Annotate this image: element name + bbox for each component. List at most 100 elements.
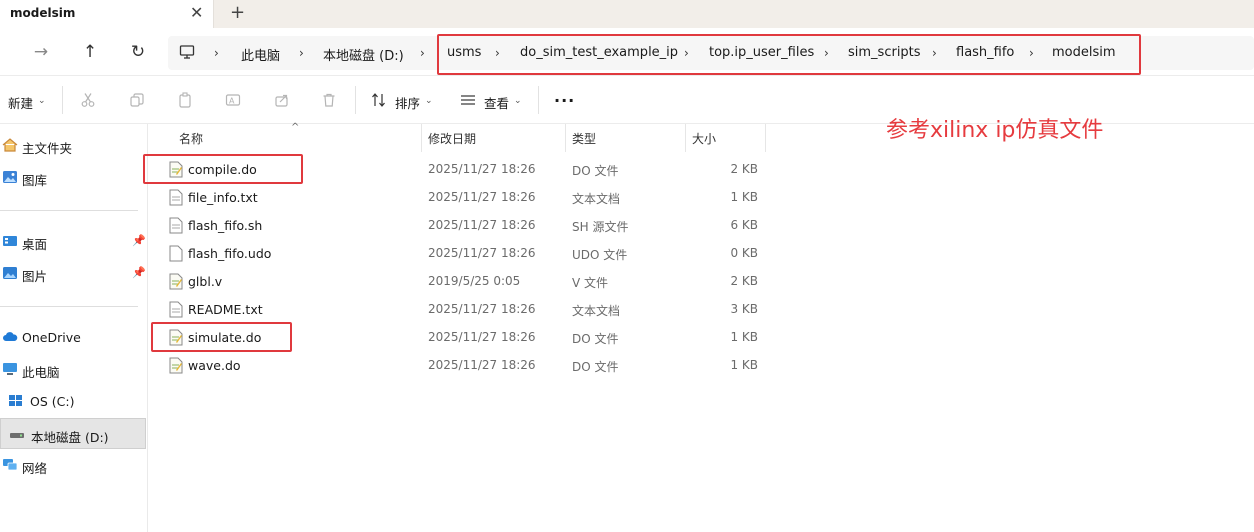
refresh-icon[interactable]: ↻	[126, 40, 150, 64]
column-header-type[interactable]: 类型	[572, 130, 596, 147]
sort-ascending-icon: ^	[291, 122, 300, 133]
sidebar-item-label: 图片	[22, 269, 48, 284]
chevron-down-icon[interactable]: ⌄	[425, 96, 433, 106]
new-tab-button[interactable]: +	[230, 2, 245, 23]
sidebar-item-onedrive[interactable]: OneDrive	[0, 323, 146, 351]
annotation-text: 参考xilinx ip仿真文件	[886, 118, 1104, 143]
file-date: 2025/11/27 18:26	[428, 246, 536, 260]
share-icon[interactable]	[273, 91, 291, 109]
sidebar-item-network[interactable]: 网络	[0, 451, 146, 479]
sidebar-item-label: OS (C:)	[30, 394, 75, 409]
script-file-icon	[169, 357, 183, 374]
chevron-right-icon[interactable]: ›	[420, 46, 425, 60]
new-button[interactable]: 新建	[8, 93, 33, 112]
navigation-pane: 主文件夹 图库 桌面 📌 图片 📌 OneDrive 此电脑 OS (C:) 本…	[0, 124, 148, 532]
file-name: README.txt	[188, 302, 263, 317]
chevron-right-icon[interactable]: ›	[299, 46, 304, 60]
tab-modelsim[interactable]: modelsim ✕	[0, 0, 214, 28]
view-icon[interactable]	[459, 91, 477, 109]
file-date: 2025/11/27 18:26	[428, 190, 536, 204]
text-file-icon	[169, 217, 183, 234]
chevron-right-icon[interactable]: ›	[214, 46, 219, 60]
file-type: 文本文档	[572, 192, 621, 206]
file-type: DO 文件	[572, 164, 619, 178]
up-arrow-icon[interactable]: ↑	[78, 40, 102, 64]
file-type: SH 源文件	[572, 220, 629, 234]
file-type: UDO 文件	[572, 248, 628, 262]
file-size: 2 KB	[730, 162, 758, 176]
file-size: 1 KB	[730, 190, 758, 204]
file-name: wave.do	[188, 358, 241, 373]
gallery-icon	[3, 171, 17, 183]
more-options-button[interactable]: ...	[554, 87, 575, 106]
file-type: 文本文档	[572, 304, 621, 318]
column-divider[interactable]	[685, 124, 686, 152]
sidebar-item-label: 主文件夹	[22, 141, 73, 156]
chevron-down-icon[interactable]: ⌄	[38, 96, 46, 106]
sidebar-item-local-disk-d[interactable]: 本地磁盘 (D:)	[0, 418, 146, 449]
sort-button[interactable]: 排序	[395, 93, 420, 112]
file-date: 2025/11/27 18:26	[428, 162, 536, 176]
sidebar-item-os-c[interactable]: OS (C:)	[0, 387, 146, 415]
sidebar-item-gallery[interactable]: 图库	[0, 163, 146, 191]
sidebar-item-home[interactable]: 主文件夹	[0, 131, 146, 159]
chevron-down-icon[interactable]: ⌄	[514, 96, 522, 106]
file-size: 0 KB	[730, 246, 758, 260]
breadcrumb-this-pc[interactable]: 此电脑	[241, 45, 280, 64]
file-date: 2025/11/27 18:26	[428, 358, 536, 372]
toolbar-divider	[62, 86, 63, 114]
desktop-icon	[3, 236, 17, 246]
file-date: 2019/5/25 0:05	[428, 274, 521, 288]
sidebar-item-desktop[interactable]: 桌面 📌	[0, 227, 146, 255]
sidebar-item-label: 图库	[22, 173, 48, 188]
file-size: 1 KB	[730, 358, 758, 372]
sidebar-item-label: OneDrive	[22, 330, 81, 345]
compile-highlight-box	[143, 154, 303, 184]
column-header-size[interactable]: 大小	[692, 130, 716, 147]
file-size: 3 KB	[730, 302, 758, 316]
close-tab-icon[interactable]: ✕	[190, 3, 203, 22]
view-button[interactable]: 查看	[484, 93, 509, 112]
column-divider[interactable]	[565, 124, 566, 152]
sidebar-item-pictures[interactable]: 图片 📌	[0, 259, 146, 287]
paste-icon[interactable]	[176, 91, 194, 109]
column-divider[interactable]	[765, 124, 766, 152]
file-row[interactable]: wave.do 2025/11/27 18:26 DO 文件 1 KB	[149, 352, 769, 380]
toolbar-divider	[355, 86, 356, 114]
this-pc-icon	[3, 363, 17, 375]
rename-icon[interactable]: A	[224, 91, 242, 109]
file-row[interactable]: README.txt 2025/11/27 18:26 文本文档 3 KB	[149, 296, 769, 324]
file-row[interactable]: flash_fifo.sh 2025/11/27 18:26 SH 源文件 6 …	[149, 212, 769, 240]
file-size: 2 KB	[730, 274, 758, 288]
copy-icon[interactable]	[128, 91, 146, 109]
tab-strip: modelsim ✕ +	[0, 0, 1254, 28]
file-list: ^ 名称 修改日期 类型 大小 compile.do 2025/11/27 18…	[143, 122, 1254, 532]
file-row[interactable]: flash_fifo.udo 2025/11/27 18:26 UDO 文件 0…	[149, 240, 769, 268]
sidebar-divider	[0, 306, 138, 307]
sidebar-item-this-pc[interactable]: 此电脑	[0, 355, 146, 383]
sort-icon[interactable]	[370, 91, 388, 109]
blank-file-icon	[169, 245, 183, 262]
forward-arrow-icon[interactable]: →	[29, 40, 53, 64]
column-header-modified[interactable]: 修改日期	[428, 130, 476, 147]
windows-drive-icon	[9, 395, 22, 406]
file-date: 2025/11/27 18:26	[428, 218, 536, 232]
sidebar-item-label: 网络	[22, 461, 48, 476]
cut-icon[interactable]	[79, 91, 97, 109]
pictures-icon	[3, 267, 17, 279]
file-size: 1 KB	[730, 330, 758, 344]
computer-icon[interactable]	[179, 45, 195, 63]
pin-icon[interactable]: 📌	[132, 266, 146, 279]
breadcrumb-local-disk-d[interactable]: 本地磁盘 (D:)	[323, 45, 404, 64]
file-row[interactable]: glbl.v 2019/5/25 0:05 V 文件 2 KB	[149, 268, 769, 296]
sidebar-item-label: 桌面	[22, 237, 48, 252]
pin-icon[interactable]: 📌	[132, 234, 146, 247]
tab-title: modelsim	[10, 6, 76, 20]
path-highlight-box	[437, 34, 1141, 75]
file-date: 2025/11/27 18:26	[428, 330, 536, 344]
file-row[interactable]: file_info.txt 2025/11/27 18:26 文本文档 1 KB	[149, 184, 769, 212]
column-header-name[interactable]: 名称	[179, 130, 203, 147]
column-divider[interactable]	[421, 124, 422, 152]
delete-icon[interactable]	[320, 91, 338, 109]
onedrive-cloud-icon	[3, 332, 18, 341]
